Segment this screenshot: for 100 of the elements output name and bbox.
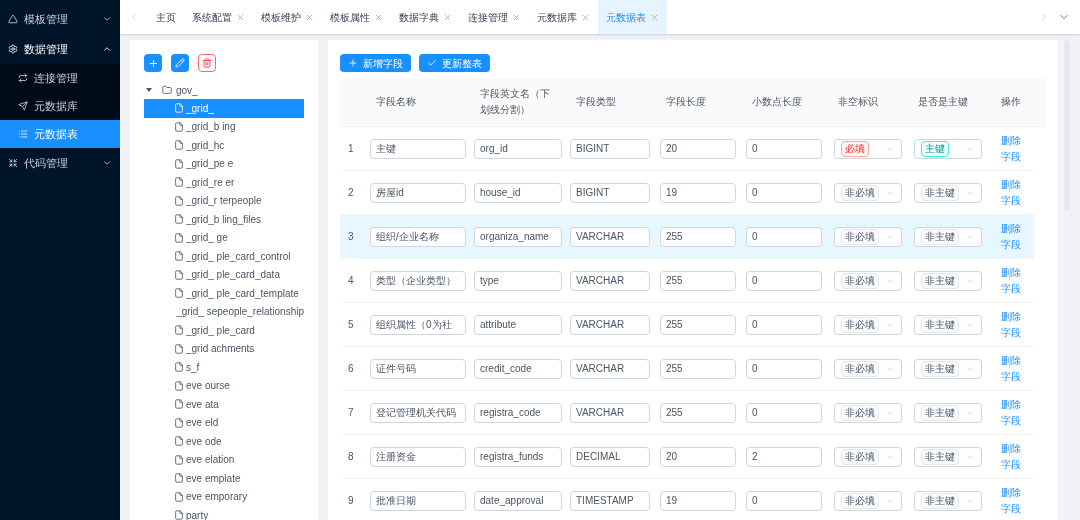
tree-item[interactable]: _grid_hc (144, 136, 304, 155)
field-type-input[interactable]: DECIMAL (570, 446, 650, 467)
tree-item[interactable]: _grid_r terpeople (144, 191, 304, 210)
tree-node[interactable]: gov_ (144, 81, 304, 99)
english-name-input[interactable]: credit_code (474, 358, 562, 379)
primary-key-select[interactable]: 非主键 (914, 446, 982, 467)
primary-key-select[interactable]: 非主键 (914, 402, 982, 423)
field-length-input[interactable]: 255 (660, 402, 736, 423)
english-name-input[interactable]: type (474, 270, 562, 291)
not-null-select[interactable]: 必填 (834, 138, 902, 159)
delete-button[interactable] (198, 54, 216, 72)
decimal-length-input[interactable]: 0 (746, 490, 822, 511)
tree-item[interactable]: eve emplate (144, 469, 304, 488)
add-button[interactable] (144, 54, 162, 72)
field-type-input[interactable]: VARCHAR (570, 314, 650, 335)
primary-key-select[interactable]: 非主键 (914, 270, 982, 291)
tree-item[interactable]: _grid_ ple_card_control (144, 247, 304, 266)
close-icon[interactable] (650, 12, 659, 22)
english-name-input[interactable]: organiza_name (474, 226, 562, 247)
tree-item[interactable]: eve emporary (144, 487, 304, 506)
tree-item[interactable]: eve elation (144, 450, 304, 469)
field-length-input[interactable]: 255 (660, 270, 736, 291)
tree-item[interactable]: _grid_b ling_files (144, 210, 304, 229)
tab[interactable]: 模板属性 (322, 0, 391, 34)
tree-item[interactable]: eve ourse (144, 376, 304, 395)
not-null-select[interactable]: 非必填 (834, 358, 902, 379)
tree-item[interactable]: _grid_b ing (144, 117, 304, 136)
field-length-input[interactable]: 19 (660, 182, 736, 203)
field-length-input[interactable]: 19 (660, 490, 736, 511)
menu-item[interactable]: 模板管理 (0, 4, 120, 34)
field-length-input[interactable]: 255 (660, 226, 736, 247)
close-icon[interactable] (512, 12, 521, 22)
english-name-input[interactable]: attribute (474, 314, 562, 335)
field-type-input[interactable]: TIMESTAMP (570, 490, 650, 511)
decimal-length-input[interactable]: 0 (746, 138, 822, 159)
tree-item[interactable]: eve ode (144, 432, 304, 451)
primary-key-select[interactable]: 非主键 (914, 490, 982, 511)
not-null-select[interactable]: 非必填 (834, 314, 902, 335)
close-icon[interactable] (305, 12, 314, 22)
decimal-length-input[interactable]: 0 (746, 314, 822, 335)
field-type-input[interactable]: VARCHAR (570, 226, 650, 247)
english-name-input[interactable]: registra_code (474, 402, 562, 423)
field-length-input[interactable]: 255 (660, 358, 736, 379)
field-name-input[interactable]: 组织/企业名称 (370, 226, 466, 247)
not-null-select[interactable]: 非必填 (834, 226, 902, 247)
primary-key-select[interactable]: 非主键 (914, 358, 982, 379)
field-name-input[interactable]: 组织属性（0为社 (370, 314, 466, 335)
tree-item[interactable]: _grid_ sepeople_relationship (144, 302, 304, 321)
english-name-input[interactable]: house_id (474, 182, 562, 203)
not-null-select[interactable]: 非必填 (834, 402, 902, 423)
not-null-select[interactable]: 非必填 (834, 446, 902, 467)
field-length-input[interactable]: 255 (660, 314, 736, 335)
close-icon[interactable] (374, 12, 383, 22)
field-name-input[interactable]: 登记管理机关代码 (370, 402, 466, 423)
not-null-select[interactable]: 非必填 (834, 182, 902, 203)
decimal-length-input[interactable]: 0 (746, 226, 822, 247)
field-name-input[interactable]: 房屋id (370, 182, 466, 203)
field-type-input[interactable]: VARCHAR (570, 402, 650, 423)
field-length-input[interactable]: 20 (660, 138, 736, 159)
tab[interactable]: 元数据库 (529, 0, 598, 34)
edit-button[interactable] (171, 54, 189, 72)
primary-key-select[interactable]: 非主键 (914, 182, 982, 203)
tree-item[interactable]: eve eld (144, 413, 304, 432)
tab[interactable]: 数据字典 (391, 0, 460, 34)
field-name-input[interactable]: 主键 (370, 138, 466, 159)
decimal-length-input[interactable]: 0 (746, 182, 822, 203)
close-icon[interactable] (443, 12, 452, 22)
tree-item[interactable]: _grid achments (144, 339, 304, 358)
tab[interactable]: 模板维护 (253, 0, 322, 34)
close-icon[interactable] (236, 12, 245, 22)
menu-item[interactable]: 代码管理 (0, 148, 120, 178)
primary-key-select[interactable]: 非主键 (914, 314, 982, 335)
tab[interactable]: 主页 (148, 0, 184, 34)
tree-item[interactable]: _grid_ ge (144, 228, 304, 247)
not-null-select[interactable]: 非必填 (834, 490, 902, 511)
field-type-input[interactable]: VARCHAR (570, 270, 650, 291)
not-null-select[interactable]: 非必填 (834, 270, 902, 291)
english-name-input[interactable]: org_id (474, 138, 562, 159)
decimal-length-input[interactable]: 2 (746, 446, 822, 467)
field-name-input[interactable]: 类型（企业类型） (370, 270, 466, 291)
primary-key-select[interactable]: 非主键 (914, 226, 982, 247)
field-name-input[interactable]: 批准日期 (370, 490, 466, 511)
english-name-input[interactable]: date_approval (474, 490, 562, 511)
field-name-input[interactable]: 证件号码 (370, 358, 466, 379)
field-length-input[interactable]: 20 (660, 446, 736, 467)
menu-item[interactable]: 数据管理 (0, 34, 120, 64)
tree-item[interactable]: party (144, 506, 304, 520)
english-name-input[interactable]: registra_funds (474, 446, 562, 467)
tab[interactable]: 连接管理 (460, 0, 529, 34)
tree-item[interactable]: _grid_pe e (144, 154, 304, 173)
primary-key-select[interactable]: 主键 (914, 138, 982, 159)
decimal-length-input[interactable]: 0 (746, 270, 822, 291)
decimal-length-input[interactable]: 0 (746, 358, 822, 379)
submenu-item[interactable]: 连接管理 (0, 64, 120, 92)
tree-item[interactable]: s_f (144, 358, 304, 377)
field-type-input[interactable]: VARCHAR (570, 358, 650, 379)
tree-item[interactable]: _grid_ ple_card_data (144, 265, 304, 284)
field-type-input[interactable]: BIGINT (570, 138, 650, 159)
field-name-input[interactable]: 注册资金 (370, 446, 466, 467)
tree-item[interactable]: eve ata (144, 395, 304, 414)
